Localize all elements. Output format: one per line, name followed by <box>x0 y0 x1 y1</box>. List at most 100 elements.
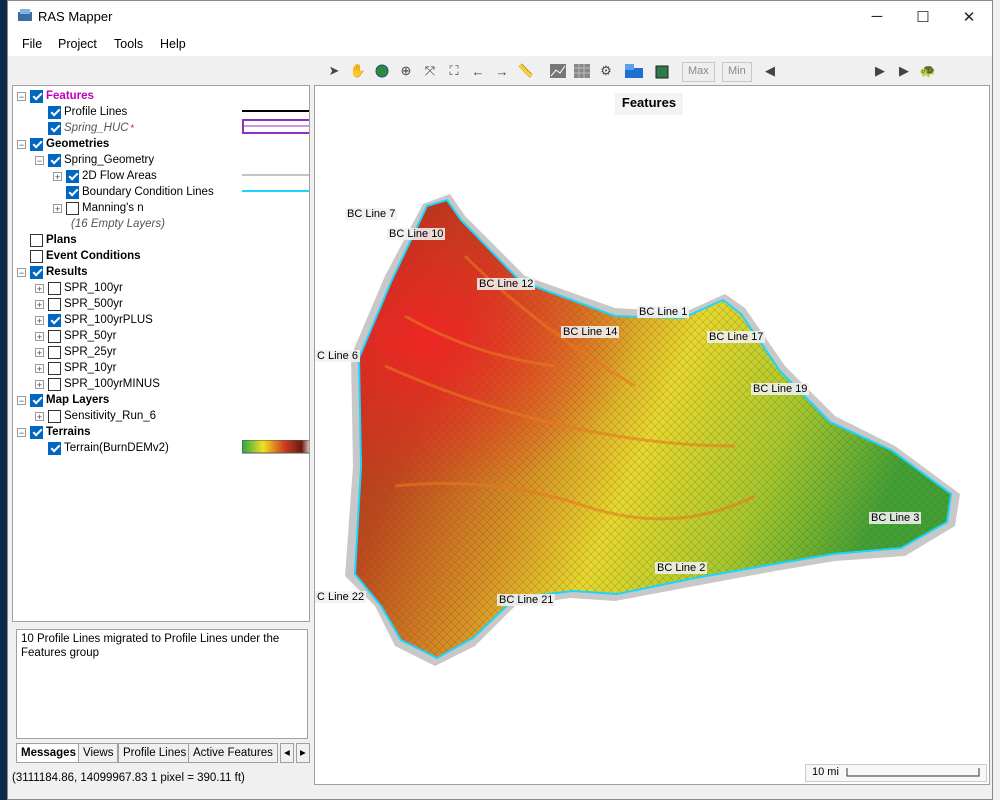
tree-node-geometries[interactable]: − Geometries <box>17 136 109 152</box>
collapse-icon[interactable]: − <box>17 395 26 405</box>
min-button[interactable]: Min <box>722 62 752 82</box>
close-button[interactable]: ✕ <box>946 1 992 32</box>
play-icon[interactable]: ▶ <box>894 60 914 82</box>
features-checkbox[interactable] <box>30 89 43 103</box>
pan-hand-icon[interactable]: ✋ <box>348 60 368 82</box>
menu-tools[interactable]: Tools <box>114 37 143 51</box>
tree-node-result-6[interactable]: + SPR_10yr <box>35 360 116 376</box>
collapse-icon[interactable]: − <box>17 267 26 277</box>
tab-profile-lines[interactable]: Profile Lines <box>118 743 192 763</box>
expand-icon[interactable]: + <box>35 363 44 373</box>
menu-file[interactable]: File <box>22 37 42 51</box>
tree-node-event-conditions[interactable]: Event Conditions <box>17 248 141 264</box>
tree-node-terrains[interactable]: − Terrains <box>17 424 91 440</box>
expand-icon[interactable]: + <box>35 283 44 293</box>
spring-huc-checkbox[interactable] <box>48 121 61 135</box>
measure-ruler-icon[interactable]: 📏 <box>516 60 536 82</box>
map-layers-checkbox[interactable] <box>30 393 43 407</box>
tree-node-results[interactable]: − Results <box>17 264 88 280</box>
tree-node-result-1[interactable]: + SPR_100yr <box>35 280 123 296</box>
terrains-checkbox[interactable] <box>30 425 43 439</box>
tree-node-profile-lines[interactable]: Profile Lines <box>35 104 127 120</box>
expand-icon[interactable]: + <box>35 411 44 421</box>
result-checkbox[interactable] <box>48 329 61 343</box>
tree-node-terrain[interactable]: Terrain(BurnDEMv2) <box>35 440 169 456</box>
expand-icon[interactable]: + <box>35 379 44 389</box>
plans-checkbox[interactable] <box>30 233 43 247</box>
collapse-icon[interactable]: − <box>35 155 44 165</box>
result-checkbox[interactable] <box>48 313 61 327</box>
tab-views[interactable]: Views <box>78 743 119 763</box>
huc-polygon-symbol <box>242 119 309 134</box>
tab-active-features[interactable]: Active Features <box>188 743 278 763</box>
max-button[interactable]: Max <box>682 62 715 82</box>
sensitivity-checkbox[interactable] <box>48 409 61 423</box>
settings-gear-icon[interactable]: ⚙ <box>596 60 616 82</box>
result-checkbox[interactable] <box>48 345 61 359</box>
expand-icon[interactable]: + <box>35 315 44 325</box>
tree-node-spring-huc[interactable]: Spring_HUC * <box>35 120 134 136</box>
tree-node-plans[interactable]: Plans <box>17 232 77 248</box>
tree-node-result-2[interactable]: + SPR_500yr <box>35 296 123 312</box>
forward-arrow-icon[interactable]: → <box>492 60 512 82</box>
result-checkbox[interactable] <box>48 297 61 311</box>
expand-icon[interactable]: + <box>53 171 62 181</box>
animation-speed-icon[interactable]: 🐢 <box>918 60 938 82</box>
tree-node-result-5[interactable]: + SPR_25yr <box>35 344 116 360</box>
expand-icon[interactable]: + <box>35 299 44 309</box>
collapse-icon[interactable]: − <box>17 427 26 437</box>
zoom-in-icon[interactable]: ⊕ <box>396 60 416 82</box>
3d-view-icon[interactable] <box>652 60 672 82</box>
profile-lines-checkbox[interactable] <box>48 105 61 119</box>
menu-project[interactable]: Project <box>58 37 97 51</box>
terrain-checkbox[interactable] <box>48 441 61 455</box>
result-checkbox[interactable] <box>48 377 61 391</box>
zoom-extent-icon[interactable]: ⤧ <box>420 60 440 82</box>
tab-messages[interactable]: Messages <box>16 743 81 763</box>
tree-node-map-layers[interactable]: − Map Layers <box>17 392 109 408</box>
select-pointer-icon[interactable]: ➤ <box>324 60 344 82</box>
map-view[interactable]: Features BC Line 7 BC Line 10 BC Line 12 BC… <box>314 85 990 785</box>
tree-node-result-4[interactable]: + SPR_50yr <box>35 328 116 344</box>
collapse-icon[interactable]: − <box>17 91 26 101</box>
tab-scroll-right-icon[interactable]: ▸ <box>296 743 310 763</box>
tree-node-result-7[interactable]: + SPR_100yrMINUS <box>35 376 160 392</box>
tree-node-empty-layers[interactable]: (16 Empty Layers) <box>71 216 165 232</box>
minimize-button[interactable]: ─ <box>854 1 900 32</box>
terrain-map[interactable] <box>315 86 989 784</box>
bc-lines-checkbox[interactable] <box>66 185 79 199</box>
maximize-button[interactable]: ☐ <box>900 1 946 32</box>
spring-geometry-checkbox[interactable] <box>48 153 61 167</box>
bottom-tabs: Messages Views Profile Lines Active Feat… <box>12 743 312 763</box>
globe-icon[interactable] <box>372 60 392 82</box>
menu-help[interactable]: Help <box>160 37 186 51</box>
event-conditions-checkbox[interactable] <box>30 249 43 263</box>
tree-node-mannings[interactable]: + Manning's n <box>53 200 144 216</box>
step-forward-icon[interactable]: ▶ <box>870 60 890 82</box>
geometries-checkbox[interactable] <box>30 137 43 151</box>
expand-icon[interactable]: + <box>53 203 62 213</box>
result-checkbox[interactable] <box>48 281 61 295</box>
tree-node-sensitivity[interactable]: + Sensitivity_Run_6 <box>35 408 156 424</box>
flow-areas-checkbox[interactable] <box>66 169 79 183</box>
tree-node-result-3[interactable]: + SPR_100yrPLUS <box>35 312 153 328</box>
grid-layer-icon[interactable] <box>572 60 592 82</box>
collapse-icon[interactable]: − <box>17 139 26 149</box>
results-checkbox[interactable] <box>30 265 43 279</box>
tree-node-features[interactable]: − Features <box>17 88 94 104</box>
tree-node-2d-flow-areas[interactable]: +2D Flow Areas <box>53 168 157 184</box>
water-surface-icon[interactable] <box>624 60 644 82</box>
result-checkbox[interactable] <box>48 361 61 375</box>
back-arrow-icon[interactable]: ← <box>468 60 488 82</box>
title-bar[interactable]: RAS Mapper ─ ☐ ✕ <box>8 1 992 32</box>
full-extent-icon[interactable]: ⛶ <box>444 60 464 82</box>
expand-icon[interactable]: + <box>35 331 44 341</box>
step-back-icon[interactable]: ◀ <box>760 60 780 82</box>
tree-node-bc-lines[interactable]: Boundary Condition Lines <box>53 184 214 200</box>
flow-areas-label: 2D Flow Areas <box>82 170 157 182</box>
tree-node-spring-geometry[interactable]: − Spring_Geometry <box>35 152 154 168</box>
tab-scroll-left-icon[interactable]: ◂ <box>280 743 294 763</box>
expand-icon[interactable]: + <box>35 347 44 357</box>
profile-plot-icon[interactable] <box>548 60 568 82</box>
mannings-checkbox[interactable] <box>66 201 79 215</box>
